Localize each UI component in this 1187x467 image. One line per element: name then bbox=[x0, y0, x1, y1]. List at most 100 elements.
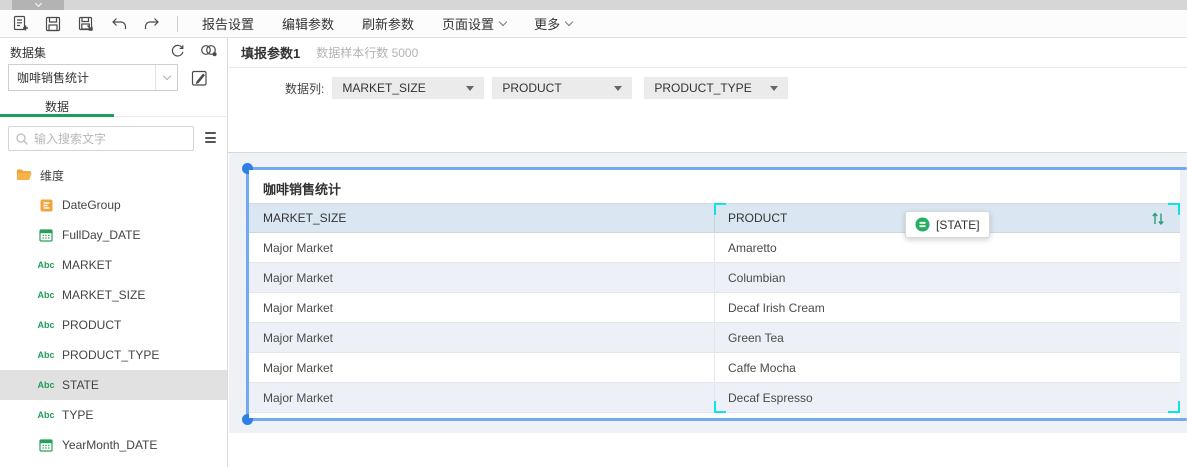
tree-item-type[interactable]: TYPE bbox=[0, 400, 227, 430]
tree-item-label: MARKET_SIZE bbox=[62, 288, 145, 302]
table-widget[interactable]: 咖啡销售统计 MARKET_SIZE PRODUCT Major Market … bbox=[249, 170, 1180, 418]
top-strip bbox=[0, 0, 1187, 10]
page-setup-menu[interactable]: 页面设置 bbox=[442, 14, 506, 33]
refresh-icon[interactable] bbox=[169, 42, 186, 59]
sort-icon[interactable] bbox=[1150, 210, 1166, 230]
chevron-down-icon bbox=[499, 18, 507, 26]
new-report-icon bbox=[11, 14, 30, 33]
chevron-down-icon bbox=[34, 0, 41, 7]
tree-item-label: 维度 bbox=[40, 167, 64, 184]
undo-icon bbox=[110, 15, 128, 33]
app-root: 报告设置 编辑参数 刷新参数 页面设置 更多 数据集 bbox=[0, 0, 1187, 467]
data-columns-label: 数据列: bbox=[285, 80, 324, 97]
widget-title: 咖啡销售统计 bbox=[263, 179, 341, 198]
cell-market-size: Major Market bbox=[249, 323, 715, 352]
tree-item-fullday-date[interactable]: FullDay_DATE bbox=[0, 220, 227, 250]
drop-target-bracket-bottom-left bbox=[714, 401, 726, 413]
redo-icon bbox=[143, 15, 161, 33]
save-as-icon bbox=[77, 15, 95, 33]
abc-icon bbox=[38, 347, 54, 363]
dataset-section-label: 数据集 bbox=[10, 44, 46, 61]
table-row[interactable]: Major Market Amaretto bbox=[249, 233, 1180, 263]
edit-pencil-icon bbox=[190, 68, 209, 87]
sidebar-tabs: 数据 bbox=[0, 95, 228, 117]
cell-market-size: Major Market bbox=[249, 293, 715, 322]
drop-target-bracket-bottom-right bbox=[1168, 401, 1180, 413]
table-row[interactable]: Major Market Green Tea bbox=[249, 323, 1180, 353]
tree-item-state[interactable]: STATE bbox=[0, 370, 227, 400]
active-tab-underline bbox=[0, 114, 114, 117]
tree-item-label: TYPE bbox=[62, 408, 93, 422]
redo-button[interactable] bbox=[139, 12, 165, 36]
abc-icon bbox=[38, 317, 54, 333]
calendar-icon bbox=[38, 437, 54, 453]
dropdown-value: MARKET_SIZE bbox=[342, 81, 425, 95]
dropdown-value: PRODUCT_TYPE bbox=[654, 81, 751, 95]
chevron-down-icon bbox=[565, 18, 573, 26]
dataset-association-icon[interactable] bbox=[199, 42, 219, 59]
search-icon bbox=[15, 132, 29, 146]
tree-item-label: YearMonth_DATE bbox=[62, 438, 157, 452]
dropdown-arrow-icon bbox=[770, 86, 778, 91]
dragged-field-name: [STATE] bbox=[936, 218, 980, 232]
tree-item-dategroup[interactable]: DateGroup bbox=[0, 190, 227, 220]
tree-item-product-type[interactable]: PRODUCT_TYPE bbox=[0, 340, 227, 370]
header-cell-market-size[interactable]: MARKET_SIZE bbox=[249, 204, 715, 232]
report-settings-label: 报告设置 bbox=[202, 14, 254, 33]
header-label: PRODUCT bbox=[728, 211, 787, 225]
save-button[interactable] bbox=[40, 12, 66, 36]
column-dropdown-product[interactable]: PRODUCT bbox=[492, 77, 632, 99]
selection-border-bottom bbox=[246, 418, 1187, 421]
new-report-button[interactable] bbox=[7, 12, 33, 36]
folder-icon bbox=[16, 167, 32, 183]
more-menu[interactable]: 更多 bbox=[534, 14, 572, 33]
more-label: 更多 bbox=[534, 14, 560, 33]
edit-params-label: 编辑参数 bbox=[282, 14, 334, 33]
report-settings-button[interactable]: 报告设置 bbox=[202, 14, 254, 33]
report-canvas[interactable]: 咖啡销售统计 MARKET_SIZE PRODUCT Major Market … bbox=[229, 153, 1187, 433]
tree-item-label: PRODUCT_TYPE bbox=[62, 348, 159, 362]
drag-allowed-icon bbox=[915, 217, 930, 232]
tree-item-market-size[interactable]: MARKET_SIZE bbox=[0, 280, 227, 310]
cell-product: Columbian bbox=[715, 263, 1180, 292]
table-row[interactable]: Major Market Caffe Mocha bbox=[249, 353, 1180, 383]
toolbar-divider bbox=[177, 16, 178, 32]
column-dropdown-market-size[interactable]: MARKET_SIZE bbox=[332, 77, 484, 99]
abc-icon bbox=[38, 407, 54, 423]
refresh-params-button[interactable]: 刷新参数 bbox=[362, 14, 414, 33]
main-toolbar: 报告设置 编辑参数 刷新参数 页面设置 更多 bbox=[0, 10, 1187, 38]
abc-icon bbox=[38, 287, 54, 303]
chevron-down-icon bbox=[162, 72, 170, 80]
dropdown-value: PRODUCT bbox=[502, 81, 561, 95]
edit-dataset-button[interactable] bbox=[188, 66, 210, 88]
cell-market-size: Major Market bbox=[249, 263, 715, 292]
tree-item-yearmonth-date[interactable]: YearMonth_DATE bbox=[0, 430, 227, 460]
tree-item-dimension-folder[interactable]: 维度 bbox=[0, 160, 227, 190]
cell-market-size: Major Market bbox=[249, 383, 715, 412]
cell-market-size: Major Market bbox=[249, 233, 715, 262]
field-list-options-icon[interactable] bbox=[205, 132, 216, 145]
dataset-select[interactable]: 咖啡销售统计 bbox=[8, 64, 178, 91]
cell-product: Caffe Mocha bbox=[715, 353, 1180, 382]
tree-item-market[interactable]: MARKET bbox=[0, 250, 227, 280]
refresh-params-label: 刷新参数 bbox=[362, 14, 414, 33]
tree-item-label: MARKET bbox=[62, 258, 112, 272]
cell-market-size: Major Market bbox=[249, 353, 715, 382]
tab-fill-params[interactable]: 填报参数1 bbox=[241, 43, 300, 62]
report-tab-bar: 填报参数1 数据样本行数 5000 bbox=[229, 38, 1187, 68]
column-dropdown-product-type[interactable]: PRODUCT_TYPE bbox=[644, 77, 788, 99]
date-group-icon bbox=[38, 197, 54, 213]
table-row[interactable]: Major Market Columbian bbox=[249, 263, 1180, 293]
tree-item-label: STATE bbox=[62, 378, 99, 392]
edit-params-button[interactable]: 编辑参数 bbox=[282, 14, 334, 33]
drag-field-tooltip: [STATE] bbox=[905, 211, 990, 238]
collapse-toolbar-tab[interactable] bbox=[12, 0, 64, 10]
table-row[interactable]: Major Market Decaf Irish Cream bbox=[249, 293, 1180, 323]
drop-target-bracket-top-left bbox=[714, 203, 726, 215]
sample-row-count: 数据样本行数 5000 bbox=[316, 44, 418, 61]
save-as-button[interactable] bbox=[73, 12, 99, 36]
undo-button[interactable] bbox=[106, 12, 132, 36]
search-input[interactable] bbox=[34, 132, 174, 146]
data-columns-row: 数据列: MARKET_SIZE PRODUCT PRODUCT_TYPE bbox=[229, 76, 788, 100]
tree-item-product[interactable]: PRODUCT bbox=[0, 310, 227, 340]
